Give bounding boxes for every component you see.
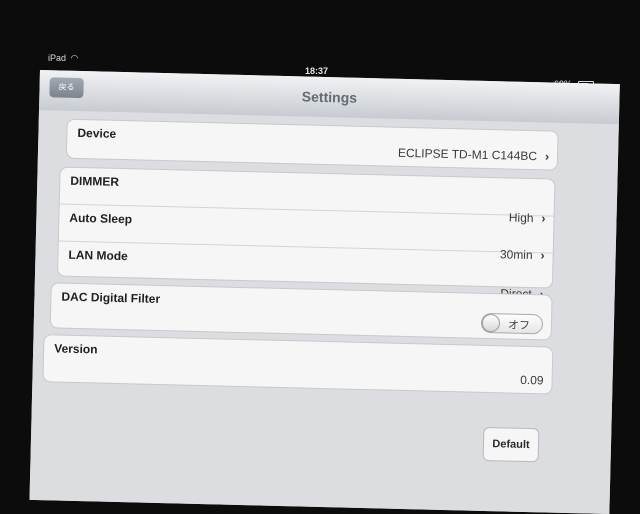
dac-filter-row: DAC Digital Filter オフ: [51, 283, 552, 339]
status-time: 18:37: [305, 66, 329, 76]
status-bar: iPad ◠ 18:37 69%: [0, 0, 640, 89]
settings-content: Device ECLIPSE TD-M1 C144BC › DIMMER High…: [29, 109, 619, 514]
version-label: Version: [54, 341, 98, 357]
toggle-state: オフ: [507, 319, 531, 333]
device-value: ECLIPSE TD-M1 C144BC ›: [398, 146, 549, 164]
version-row: Version 0.09: [43, 335, 552, 393]
auto-sleep-label: Auto Sleep: [69, 210, 133, 227]
device-label: Device: [77, 125, 117, 141]
page-title: Settings: [301, 88, 358, 106]
dac-filter-group: DAC Digital Filter オフ: [49, 282, 553, 341]
dimmer-label: DIMMER: [70, 173, 120, 189]
app-screen: 戻る Settings Device ECLIPSE TD-M1 C144BC ›…: [29, 70, 620, 514]
version-group: Version 0.09: [42, 334, 554, 395]
device-group: Device ECLIPSE TD-M1 C144BC ›: [65, 118, 559, 171]
lan-mode-label: LAN Mode: [68, 247, 128, 264]
device-row[interactable]: Device ECLIPSE TD-M1 C144BC ›: [67, 120, 558, 170]
version-value: 0.09: [520, 372, 544, 388]
device-name: iPad: [48, 53, 67, 63]
device-value-text: ECLIPSE TD-M1 C144BC: [397, 145, 538, 164]
chevron-right-icon: ›: [544, 149, 550, 164]
dac-filter-label: DAC Digital Filter: [61, 289, 161, 307]
dac-filter-toggle[interactable]: オフ: [480, 312, 544, 335]
wifi-icon: ◠: [70, 53, 79, 63]
default-button[interactable]: Default: [482, 426, 540, 463]
status-device: iPad ◠: [48, 53, 78, 64]
options-group: DIMMER High › Auto Sleep 30min › LAN Mode …: [56, 166, 556, 301]
toggle-knob: [481, 313, 501, 333]
